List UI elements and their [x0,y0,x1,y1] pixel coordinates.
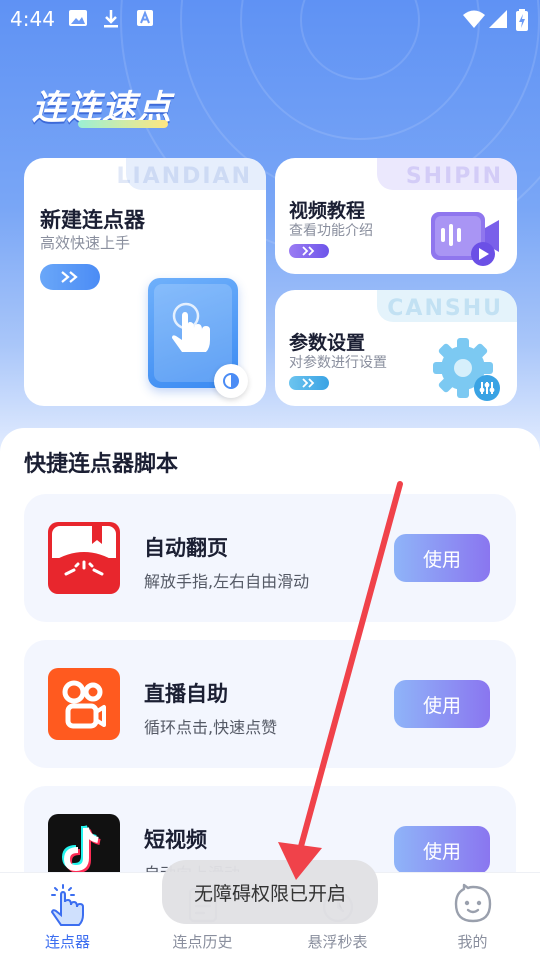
status-time: 4:44 [10,7,55,31]
new-clicker-card[interactable]: LIANDIAN 新建连点器 高效快速上手 [24,158,266,406]
half-circle-icon [223,373,239,389]
scripts-section-title: 快捷连点器脚本 [24,452,179,477]
settings-card[interactable]: CANSHU 参数设置 对参数进行设置 [275,290,517,406]
card-watermark: CANSHU [387,296,503,321]
tap-hand-icon [172,302,210,352]
video-play-icon [431,212,499,266]
title-decoration [78,120,168,128]
face-icon [454,883,492,923]
kuaishou-icon [48,668,120,740]
use-button[interactable]: 使用 [394,826,490,874]
double-chevron-icon [302,378,315,388]
nav-label: 悬浮秒表 [307,933,368,951]
battery-icon [516,9,528,31]
signal-icon [489,10,507,28]
script-name: 直播自助 [144,682,228,706]
nav-item-mine[interactable]: 我的 [405,873,540,960]
download-icon [104,10,118,28]
settings-subtitle: 对参数进行设置 [289,355,387,371]
script-card-live-assist[interactable]: 直播自助 循环点击,快速点赞 使用 [24,640,516,768]
script-name: 短视频 [144,828,207,852]
script-name: 自动翻页 [144,536,228,560]
status-bar: 4:44 [0,0,540,38]
image-icon [69,10,87,26]
double-chevron-icon [302,246,315,256]
video-tutorial-go-button[interactable] [289,244,329,258]
settings-go-button[interactable] [289,376,329,390]
new-clicker-subtitle: 高效快速上手 [40,234,131,252]
script-desc: 解放手指,左右自由滑动 [144,572,310,591]
nav-label: 我的 [457,933,488,951]
nav-item-clicker[interactable]: 连点器 [0,873,135,960]
tap-hand-icon [50,884,84,926]
video-tutorial-subtitle: 查看功能介绍 [289,223,373,239]
nav-label: 连点历史 [172,933,233,951]
video-tutorial-card[interactable]: SHIPIN 视频教程 查看功能介绍 [275,158,517,274]
nav-label: 连点器 [44,933,90,951]
use-button[interactable]: 使用 [394,680,490,728]
card-watermark: LIANDIAN [116,164,252,189]
card-watermark: SHIPIN [405,164,503,189]
tap-phone-illustration [148,278,248,398]
double-chevron-icon [61,271,78,283]
new-clicker-go-button[interactable] [40,264,100,290]
script-desc: 循环点击,快速点赞 [144,718,278,737]
translate-icon [137,10,153,26]
toggle-badge [214,364,248,398]
wifi-icon [463,10,485,28]
video-tutorial-title: 视频教程 [289,200,366,222]
new-clicker-title: 新建连点器 [40,208,145,232]
book-icon [48,522,120,594]
script-card-auto-page[interactable]: 自动翻页 解放手指,左右自由滑动 使用 [24,494,516,622]
settings-title: 参数设置 [289,332,366,354]
gear-icon [433,338,500,401]
toast-message: 无障碍权限已开启 [162,860,378,924]
use-button[interactable]: 使用 [394,534,490,582]
